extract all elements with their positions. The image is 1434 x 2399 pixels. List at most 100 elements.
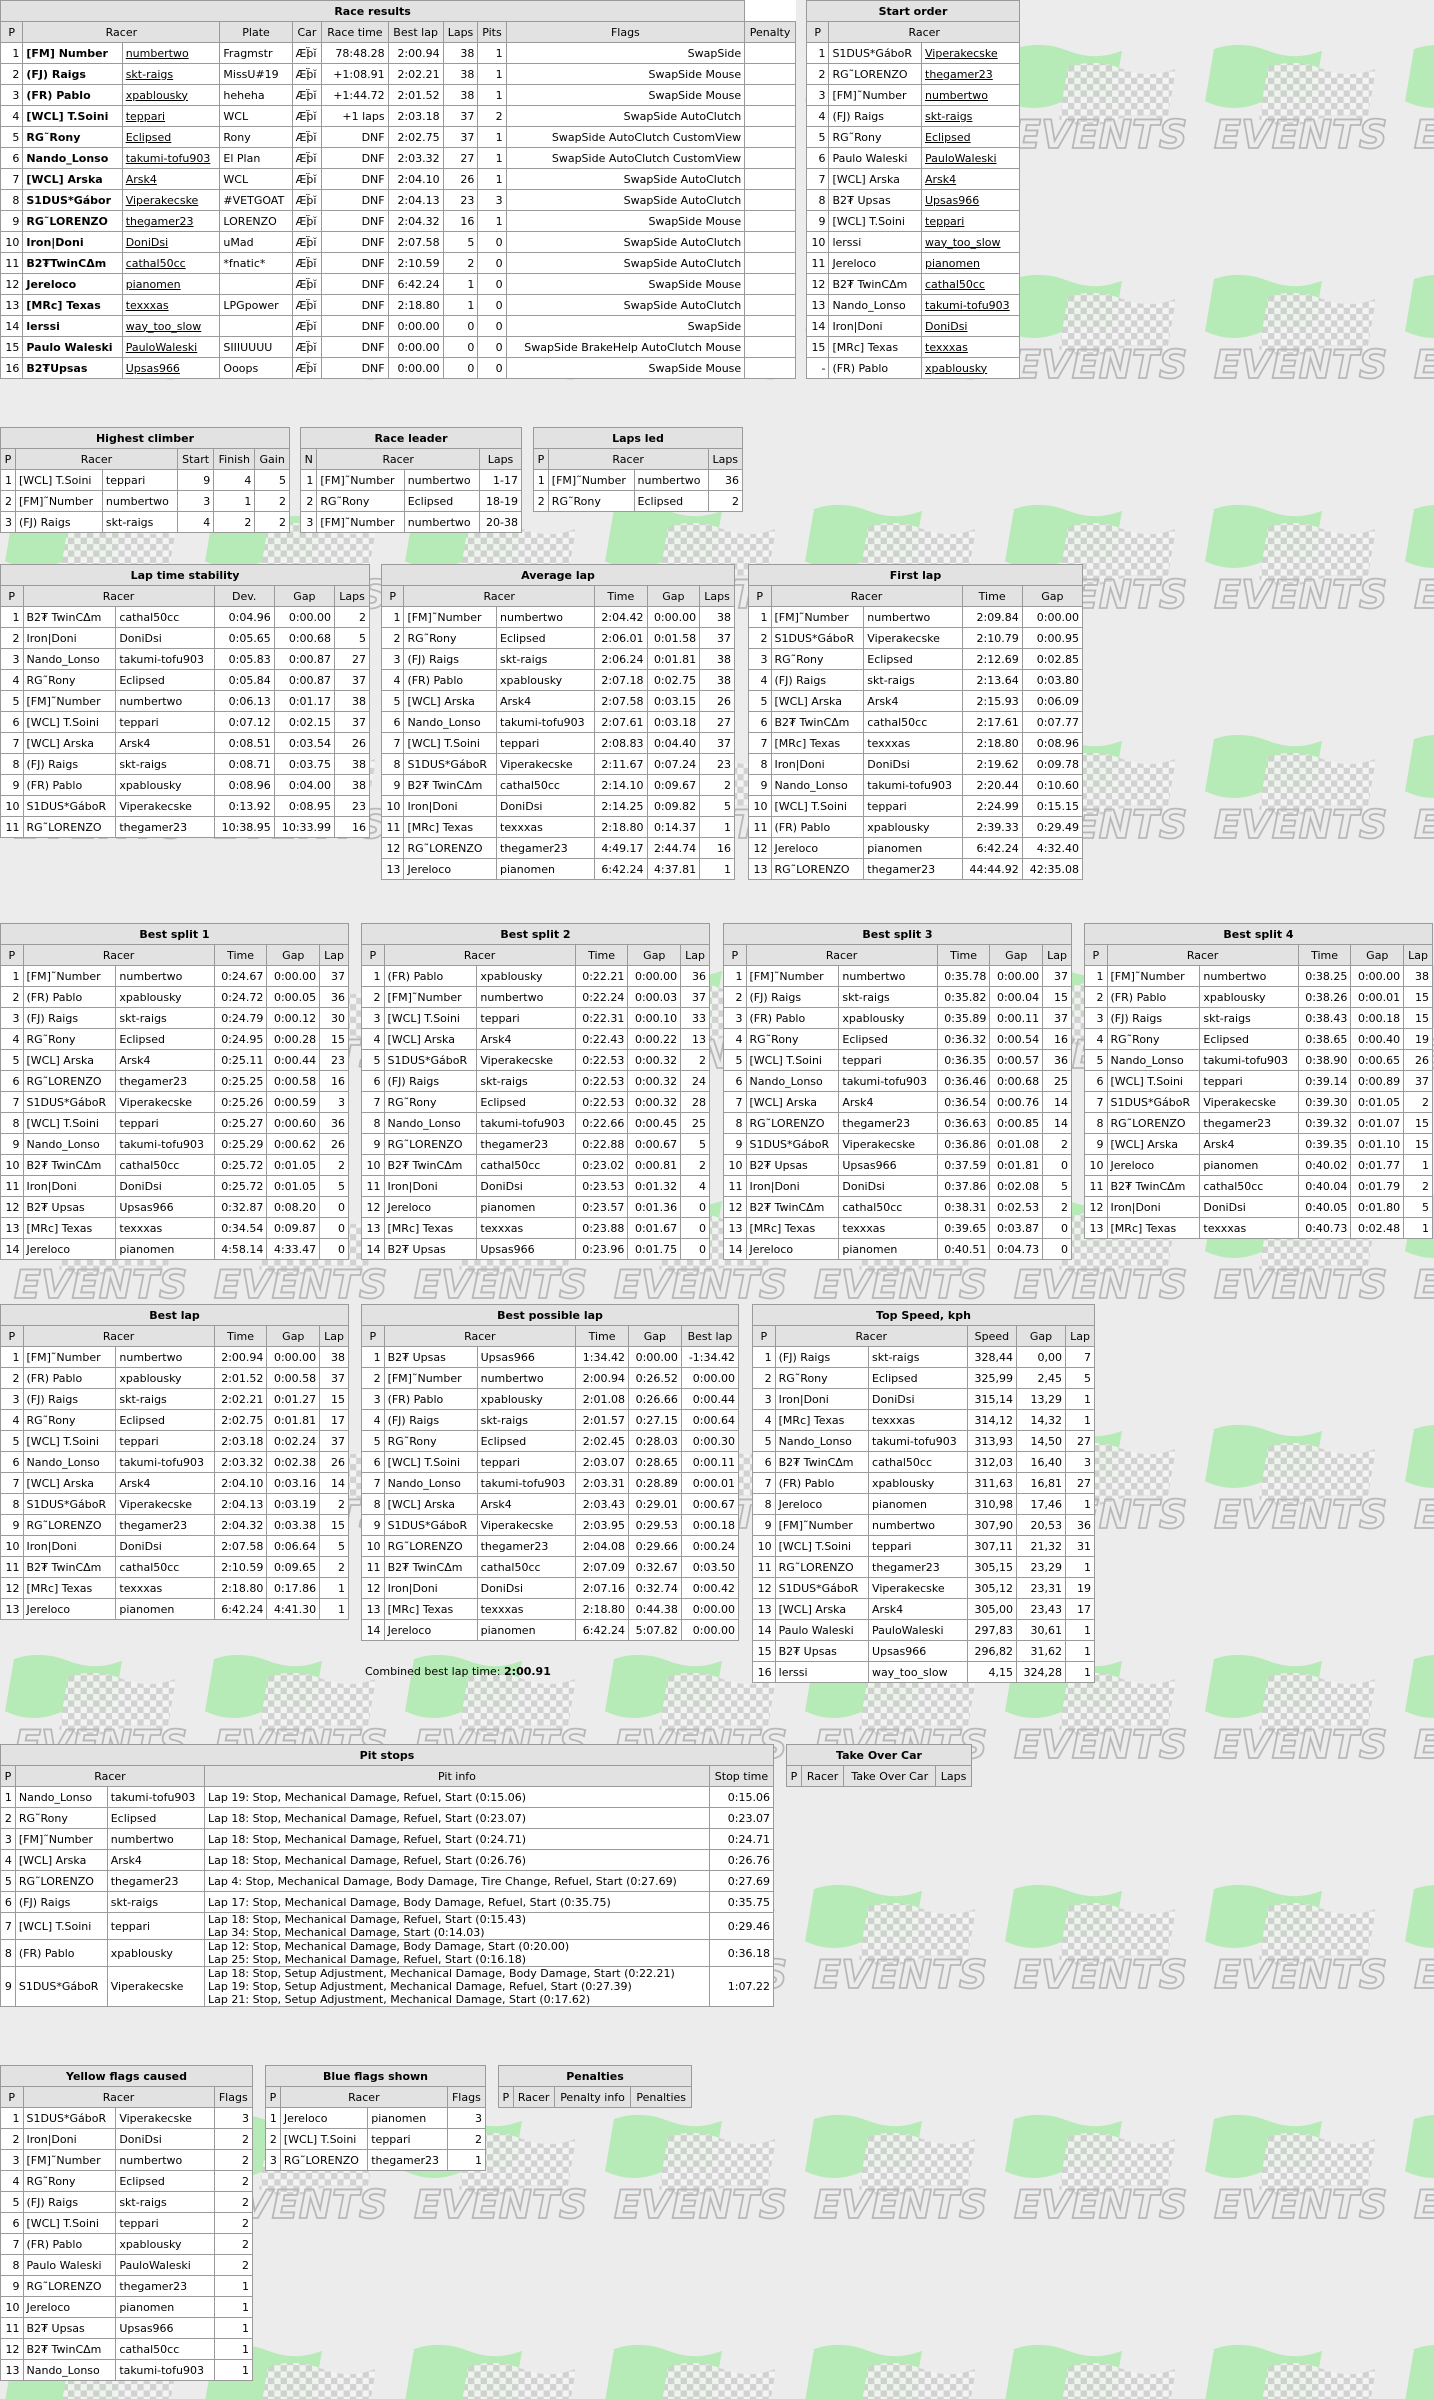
column-header: P	[498, 2086, 514, 2108]
table-cell: 0:36.54	[936, 1091, 991, 1113]
table-cell: 0:00.12	[266, 1007, 321, 1029]
racer-profile-link[interactable]: cathal50cc	[121, 252, 221, 274]
column-header: Gap	[1015, 1325, 1067, 1347]
racer-profile-link[interactable]: Eclipsed	[921, 126, 1020, 148]
table-cell: skt-raigs	[476, 1070, 576, 1092]
table-cell: 0:00.00	[680, 1598, 740, 1620]
racer-profile-link[interactable]: Upsas966	[121, 357, 221, 379]
racer-profile-link[interactable]: PauloWaleski	[121, 336, 221, 358]
table-cell: numbertwo	[476, 986, 576, 1008]
racer-profile-link[interactable]: Arsk4	[121, 168, 221, 190]
table-cell: RG˜LORENZO	[14, 1870, 108, 1892]
table-row: 1 [FM]˜Number numbertwo 0:24.67 0:00.00 37	[0, 965, 349, 987]
table-cell: cathal50cc	[476, 1154, 576, 1176]
racer-profile-link[interactable]: takumi-tofu903	[921, 294, 1020, 316]
racer-profile-link[interactable]: Upsas966	[921, 189, 1020, 211]
table-cell: 0:06.64	[266, 1535, 321, 1557]
table-cell: xpablousky	[863, 816, 963, 838]
table-cell: 33	[680, 1007, 710, 1029]
table-cell: 0:01.79	[1350, 1175, 1405, 1197]
table-cell: 0:03.75	[273, 753, 336, 775]
table-cell: [FM]˜Number	[383, 1367, 478, 1389]
table-cell: 0	[319, 1238, 349, 1260]
table-cell: B2₮ TwinCΔm	[22, 606, 117, 628]
table-cell: 0	[477, 273, 507, 295]
table-cell: RG˜Rony	[316, 490, 405, 512]
racer-profile-link[interactable]: skt-raigs	[921, 105, 1020, 127]
racer-profile-link[interactable]: numbertwo	[121, 42, 221, 64]
table-cell: 0:03.16	[266, 1472, 321, 1494]
table-cell: 0:00.00	[266, 965, 321, 987]
racer-profile-link[interactable]: Arsk4	[921, 168, 1020, 190]
position-cell: 1	[361, 965, 385, 987]
table-cell: [FM]˜Number	[1106, 965, 1201, 987]
racer-profile-link[interactable]: numbertwo	[921, 84, 1020, 106]
table-row: 3 [FM]˜Number numbertwo 2	[0, 2149, 254, 2171]
table-cell: 0:15.06	[708, 1786, 775, 1808]
position-cell: 1	[299, 469, 318, 491]
racer-profile-link[interactable]: thegamer23	[121, 210, 221, 232]
racer-profile-link[interactable]: pianomen	[921, 252, 1020, 274]
table-cell: 1	[442, 273, 479, 295]
table-cell: [MRc] Texas	[22, 1577, 117, 1599]
table-cell: DoniDsi	[115, 2128, 215, 2150]
racer-profile-link[interactable]: way_too_slow	[921, 231, 1020, 253]
table-cell: WCL	[219, 168, 293, 190]
racer-profile-link[interactable]: pianomen	[121, 273, 221, 295]
table-cell: Paulo Waleski	[828, 147, 922, 169]
racer-profile-link[interactable]: texxxas	[921, 336, 1020, 358]
table-cell: 7	[1065, 1346, 1095, 1368]
table-cell: Arsk4	[115, 1472, 215, 1494]
table-row: 3 (FJ) Raigs skt-raigs 2:02.21 0:01.27 15	[0, 1388, 349, 1410]
table-cell: 0:29.49	[1021, 816, 1084, 838]
table-cell: 0:38.65	[1297, 1028, 1352, 1050]
table-cell: 4	[176, 511, 215, 533]
table-cell: 2:03.07	[575, 1451, 629, 1473]
position-cell: 10	[1084, 1154, 1108, 1176]
table-row: 14 lerssi way_too_slow Æþ̈ĭ DNF 0:00.00 0 0 Swap…	[0, 315, 796, 337]
racer-profile-link[interactable]: skt-raigs	[121, 63, 221, 85]
table-cell: [WCL] Arska	[14, 1849, 108, 1871]
table-row: 8 (FJ) Raigs skt-raigs 0:08.71 0:03.75 38	[0, 753, 370, 775]
racer-profile-link[interactable]: teppari	[921, 210, 1020, 232]
table-cell: 0:23.02	[574, 1154, 629, 1176]
table-cell: 0:25.27	[213, 1112, 268, 1134]
table-cell: numbertwo	[101, 490, 178, 512]
table-cell: 0:01.05	[1350, 1091, 1405, 1113]
racer-profile-link[interactable]: xpablousky	[921, 357, 1020, 379]
table-row: 8 Paulo Waleski PauloWaleski 2	[0, 2254, 254, 2276]
table-cell	[744, 357, 796, 379]
column-header: Lap	[1065, 1325, 1095, 1347]
position-cell: 7	[805, 168, 830, 190]
racer-profile-link[interactable]: Eclipsed	[121, 126, 221, 148]
racer-profile-link[interactable]: texxxas	[121, 294, 221, 316]
racer-profile-link[interactable]: takumi-tofu903	[121, 147, 221, 169]
table-cell: Iron|Doni	[383, 1175, 478, 1197]
table-cell: 14	[1042, 1091, 1072, 1113]
racer-profile-link[interactable]: xpablousky	[121, 84, 221, 106]
racer-profile-link[interactable]: cathal50cc	[921, 273, 1020, 295]
table-cell: 0:00.11	[989, 1007, 1044, 1029]
table-cell: 5	[254, 469, 290, 491]
table-cell: 0:09.65	[266, 1556, 321, 1578]
racer-profile-link[interactable]: Viperakecske	[121, 189, 221, 211]
table-cell: 14,50	[1015, 1430, 1067, 1452]
racer-profile-link[interactable]: PauloWaleski	[921, 147, 1020, 169]
racer-profile-link[interactable]: Viperakecske	[921, 42, 1020, 64]
table-row: 6 RG˜LORENZO thegamer23 0:25.25 0:00.58 16	[0, 1070, 349, 1092]
table-cell: 1	[213, 490, 256, 512]
table-cell: DNF	[321, 231, 389, 253]
position-cell: 4	[752, 1409, 776, 1431]
table-cell: 31,62	[1015, 1640, 1067, 1662]
position-cell: 3	[0, 2149, 24, 2171]
racer-profile-link[interactable]: DoniDsi	[921, 315, 1020, 337]
position-cell: 7	[0, 2233, 24, 2255]
racer-profile-link[interactable]: teppari	[121, 105, 221, 127]
table-row: 16 B2₮Upsas Upsas966 Ooops Æþ̈ĭ DNF 0:00.00 0 0 S…	[0, 357, 796, 379]
table-cell	[744, 273, 796, 295]
table-cell: 37	[1042, 1007, 1072, 1029]
table-cell: SwapSide AutoClutch CustomView	[505, 147, 746, 169]
racer-profile-link[interactable]: thegamer23	[921, 63, 1020, 85]
racer-profile-link[interactable]: way_too_slow	[121, 315, 221, 337]
racer-profile-link[interactable]: DoniDsi	[121, 231, 221, 253]
